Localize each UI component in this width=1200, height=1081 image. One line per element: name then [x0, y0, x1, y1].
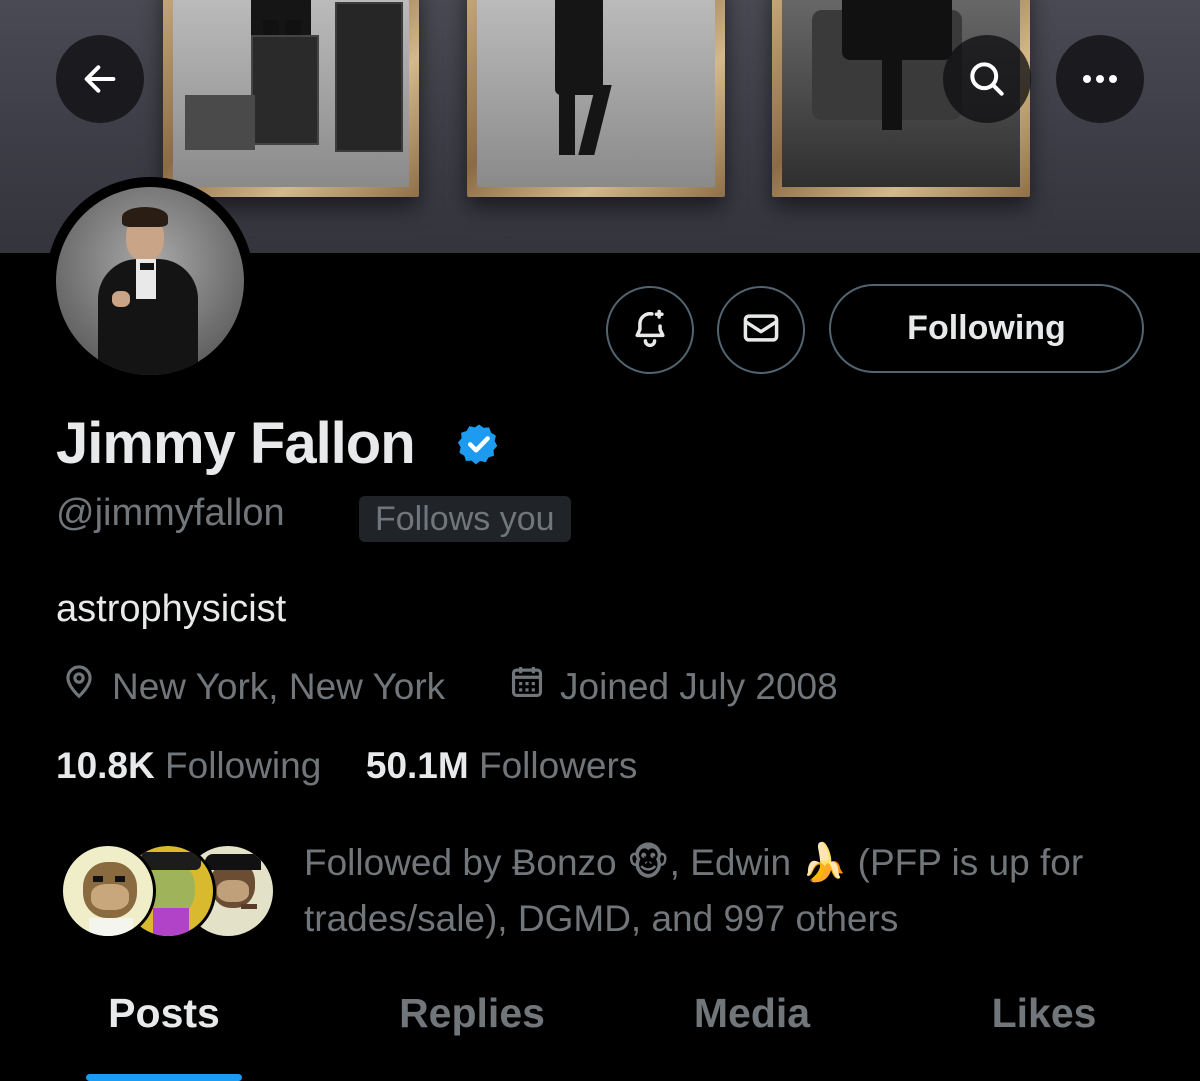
user-handle: @jimmyfallon	[56, 492, 285, 534]
following-count: 10.8K	[56, 745, 155, 786]
tab-replies[interactable]: Replies	[380, 990, 564, 1037]
location: New York, New York	[60, 663, 445, 710]
back-button[interactable]	[56, 35, 144, 123]
followers-count: 50.1M	[365, 745, 469, 786]
display-name: Jimmy Fallon	[56, 411, 416, 476]
follow-stats: 10.8K Following 50.1M Followers	[56, 745, 637, 787]
more-options-icon	[1080, 73, 1120, 85]
back-arrow-icon	[80, 59, 120, 99]
location-text: New York, New York	[112, 665, 446, 707]
profile-bio: astrophysicist	[56, 588, 287, 630]
message-button[interactable]	[717, 286, 805, 374]
followed-by-text[interactable]: Followed by Ƀonzo 🐵, Edwin 🍌 (PFP is up …	[304, 835, 1174, 947]
bell-plus-icon	[628, 306, 672, 355]
mutual-followers-avatars[interactable]	[60, 843, 280, 939]
join-date: Joined July 2008	[508, 663, 838, 710]
join-date-text: Joined July 2008	[560, 665, 838, 707]
followers-link[interactable]: 50.1M Followers	[366, 745, 637, 786]
followers-label: Followers	[479, 745, 638, 786]
following-label: Following	[165, 745, 322, 786]
following-link[interactable]: 10.8K Following	[56, 745, 321, 786]
tab-posts[interactable]: Posts	[86, 990, 242, 1037]
banner-frame-center	[467, 0, 725, 197]
profile-avatar[interactable]	[46, 177, 254, 385]
location-pin-icon	[60, 663, 112, 710]
search-icon	[965, 57, 1009, 101]
notifications-button[interactable]	[606, 286, 694, 374]
profile-tabs: Posts Replies Media Likes	[0, 990, 1200, 1081]
tab-media[interactable]: Media	[672, 990, 832, 1037]
active-tab-indicator	[86, 1074, 242, 1081]
calendar-icon	[508, 663, 560, 710]
envelope-icon	[739, 306, 783, 355]
follows-you-badge: Follows you	[359, 496, 571, 542]
banner-frame-left	[163, 0, 419, 197]
search-button[interactable]	[943, 35, 1031, 123]
verified-badge-icon[interactable]	[456, 421, 502, 472]
avatar	[60, 843, 156, 939]
following-button[interactable]: Following	[829, 284, 1144, 373]
tab-likes[interactable]: Likes	[974, 990, 1114, 1037]
more-options-button[interactable]	[1056, 35, 1144, 123]
